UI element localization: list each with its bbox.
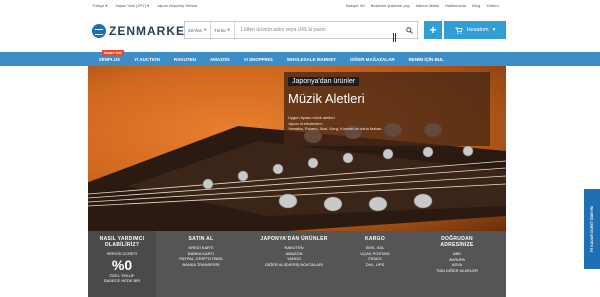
hero-caption: Japonya'dan ürünler Müzik Aletleri Uygun… [284, 72, 490, 146]
account-button[interactable]: Hesabım ▾ [444, 21, 506, 39]
add-button[interactable]: + [424, 21, 442, 39]
help-link[interactable]: Yardım [486, 3, 499, 8]
special-offer-note: SADECE HEDE BİR [103, 278, 141, 283]
nav-item-other-stores[interactable]: DİĞER MAĞAZALAR [343, 57, 402, 62]
chevron-down-icon: ▾ [492, 27, 496, 33]
chevron-down-icon: ▾ [227, 27, 230, 32]
language-select[interactable]: Türkçe ▾ [92, 3, 107, 8]
search-icon [405, 26, 413, 34]
logo-icon [92, 24, 106, 38]
service-fee-value: %0 [111, 256, 133, 273]
products-title: JAPONYA'DAN ÜRÜNLER [260, 236, 328, 242]
help-title-2: OLABİLİRİZ? [104, 242, 140, 248]
products-column: JAPONYA'DAN ÜRÜNLER RAKUTEN AMAZON YAHOO… [246, 231, 342, 297]
nav-item-rakuten[interactable]: RAKUTEN [167, 57, 203, 62]
delivery-column: DOĞRUDAN ADRESİNİZE ABD AVRUPA ASYA TÜM … [408, 231, 506, 297]
list-item: TÜM DİĞER ÜLKELER [436, 267, 478, 273]
list-item: DHL, UPS [365, 261, 385, 267]
delivery-title-2: ADRESİNİZE [440, 242, 474, 248]
payment-column: SATIN AL KREDİ KARTI BANKA KARTI PAYPAL,… [156, 231, 246, 297]
blog-link[interactable]: Blog [472, 3, 480, 8]
chevron-down-icon: ▾ [204, 27, 207, 32]
nav-item-amazon[interactable]: AMAZON [203, 57, 237, 62]
free-badge: ÜCRET YOK [102, 49, 124, 56]
about-link[interactable]: Hakkımızda [445, 3, 466, 8]
site-select[interactable]: Zenfoe ▾ [185, 22, 211, 38]
site-select-value: Zenfoe [188, 27, 203, 33]
text-cursor-icon [393, 33, 396, 42]
info-strip: NASIL YARDIMCI OLABİLİRİZ? SERVİS ÜCRETİ… [88, 231, 506, 297]
hero-description: Uygun fiyata müzik aletleri Japon üretic… [288, 115, 478, 132]
nav-item-zenplus[interactable]: ÜCRET YOK ZENPLUS [92, 49, 127, 62]
logo[interactable]: ZENMARKET [92, 24, 193, 38]
search-bar: Zenfoe ▾ Türkü ▾ Lütfen ürünün adını vey… [184, 21, 418, 39]
site-header: ZENMARKET Zenfoe ▾ Türkü ▾ Lütfen ürünün… [0, 11, 600, 52]
shipping-title: KARGO [364, 236, 386, 242]
nav-item-find-for-me[interactable]: BENİM İÇİN BUL [402, 57, 451, 62]
top-utility-bar: Türkçe ▾ Japon Yeni (JPY) ▾ Japon Alışve… [0, 0, 600, 11]
logo-text: ZENMARKET [109, 24, 194, 38]
hero-desc-line: Yamaha, Roland, Akai, Korg, Komaki ve da… [288, 126, 383, 131]
main-nav: ÜCRET YOK ZENPLUS YI AUCTION RAKUTEN AMA… [0, 49, 600, 66]
cart-icon [454, 26, 463, 34]
list-item[interactable]: DİĞER ALIŞVERİŞ NOKTALARI [246, 262, 342, 268]
topup-link[interactable]: Bekleme yükleme yap [371, 3, 410, 8]
nav-item-label: ZENPLUS [99, 56, 121, 62]
list-item: BANKA TRANSFERİ [182, 261, 220, 267]
service-link[interactable]: Japon Alışveriş Servisi [157, 3, 197, 8]
account-label: Hesabım [466, 27, 489, 33]
nav-item-wholesale[interactable]: WHOLESALE MARKET [280, 57, 343, 62]
currency-select[interactable]: Japon Yeni (JPY) ▾ [115, 3, 149, 8]
help-column: NASIL YARDIMCI OLABİLİRİZ? SERVİS ÜCRETİ… [88, 231, 156, 297]
hero-title: Müzik Aletleri [288, 91, 365, 106]
wishlist-link[interactable]: İsteme listesi [416, 3, 439, 8]
balance-link[interactable]: Bakiye: ¥0 [346, 3, 365, 8]
type-select-value: Türkü [214, 27, 226, 33]
type-select[interactable]: Türkü ▾ [211, 22, 235, 38]
shipping-column: KARGO EMS, SAL UÇAK POSTASI FEDEX DHL, U… [342, 231, 408, 297]
nav-item-auction[interactable]: YI AUCTION [127, 57, 167, 62]
payment-title: SATIN AL [188, 236, 214, 242]
search-button[interactable] [401, 22, 417, 38]
hero-banner[interactable]: Japonya'dan ürünler Müzik Aletleri Uygun… [88, 66, 506, 231]
nav-item-shopping[interactable]: YI SHOPPING [237, 57, 280, 62]
hero-tag: Japonya'dan ürünler [288, 77, 360, 86]
feedback-side-tab[interactable]: İYİ KADAR ÜCRET ÖDEYİN! [584, 189, 600, 269]
search-input[interactable]: Lütfen ürünün adını veya URL'si yazın [235, 27, 401, 33]
